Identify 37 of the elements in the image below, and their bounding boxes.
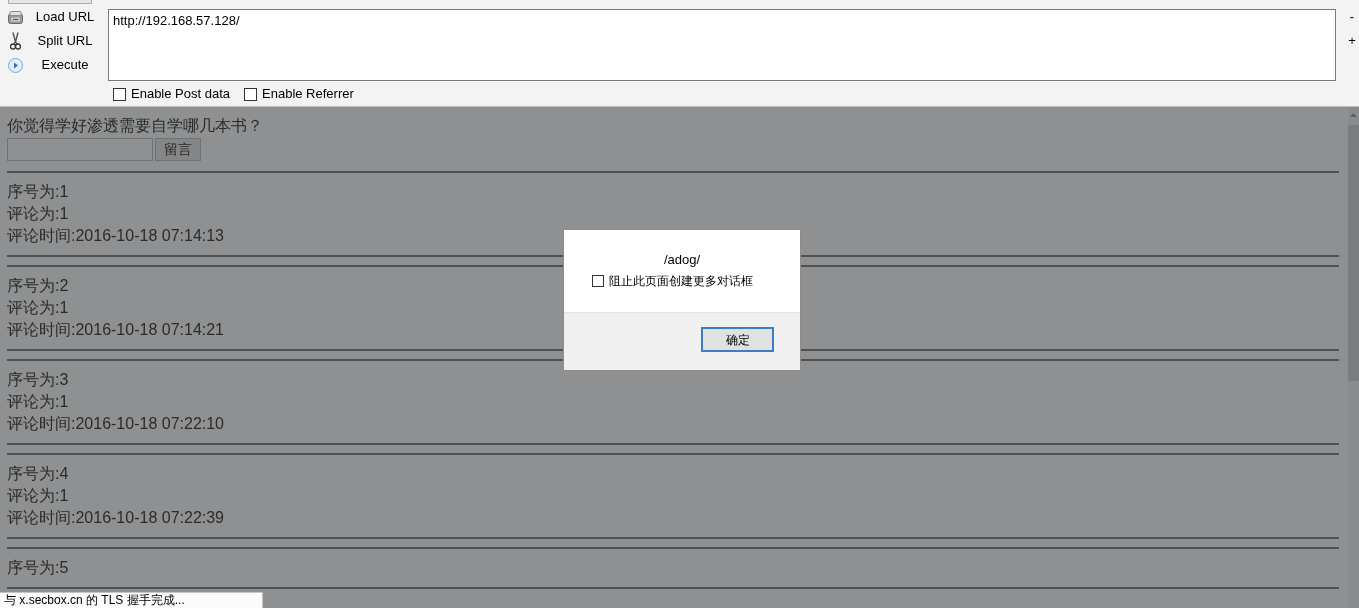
checkbox[interactable] — [113, 87, 126, 101]
entry-text: 评论为:1 — [7, 392, 69, 412]
drawer-icon — [7, 10, 23, 24]
entry-text: 序号为:5 — [7, 558, 69, 578]
entry-text: 评论时间:2016-10-18 07:22:39 — [7, 508, 224, 528]
option-label[interactable]: Enable Referrer — [262, 87, 354, 101]
load-button[interactable]: Load URL — [6, 5, 100, 29]
checkbox[interactable] — [244, 87, 258, 101]
entry-text: 评论为:1 — [7, 486, 69, 506]
zoom-button[interactable]: + — [1345, 32, 1359, 50]
entry-text: 序号为:3 — [7, 370, 69, 390]
dialog-message: /adog/ — [663, 252, 701, 268]
entry-text: 评论时间:2016-10-18 07:14:21 — [7, 320, 224, 340]
submit-button[interactable]: 留言 — [155, 138, 201, 161]
play-circle-icon — [7, 57, 23, 73]
entry-text: 评论为:1 — [7, 298, 69, 318]
entry-text: 评论时间:2016-10-18 07:22:10 — [7, 414, 224, 434]
entry-text: 序号为:2 — [7, 276, 69, 296]
scissors-icon — [9, 32, 21, 50]
status-bar: 与 x.secbox.cn 的 TLS 握手完成... — [0, 592, 263, 608]
toolbar-button[interactable] — [8, 0, 92, 4]
checkbox[interactable] — [592, 275, 604, 287]
option-label[interactable]: 阻止此页面创建更多对话框 — [609, 274, 753, 288]
entry-text: 序号为:4 — [7, 464, 69, 484]
zoom-button[interactable]: - — [1345, 8, 1359, 26]
ok-button[interactable]: 确定 — [701, 327, 774, 352]
url-field[interactable]: http://192.168.57.128/ — [108, 9, 1336, 81]
scrollbar-track[interactable] — [1348, 107, 1359, 608]
option-label[interactable]: Enable Post data — [131, 87, 231, 101]
entry-text: 评论时间:2016-10-18 07:14:13 — [7, 226, 224, 246]
split-button[interactable]: Split URL — [6, 29, 100, 53]
entry-text: 序号为:1 — [7, 182, 69, 202]
up-arrow-icon[interactable] — [1350, 113, 1357, 117]
comment-field[interactable] — [7, 138, 153, 161]
question-text: 你觉得学好渗透需要自学哪几本书？ — [7, 116, 263, 136]
execute-button[interactable]: Execute — [6, 53, 100, 77]
entry-text: 评论为:1 — [7, 204, 69, 224]
